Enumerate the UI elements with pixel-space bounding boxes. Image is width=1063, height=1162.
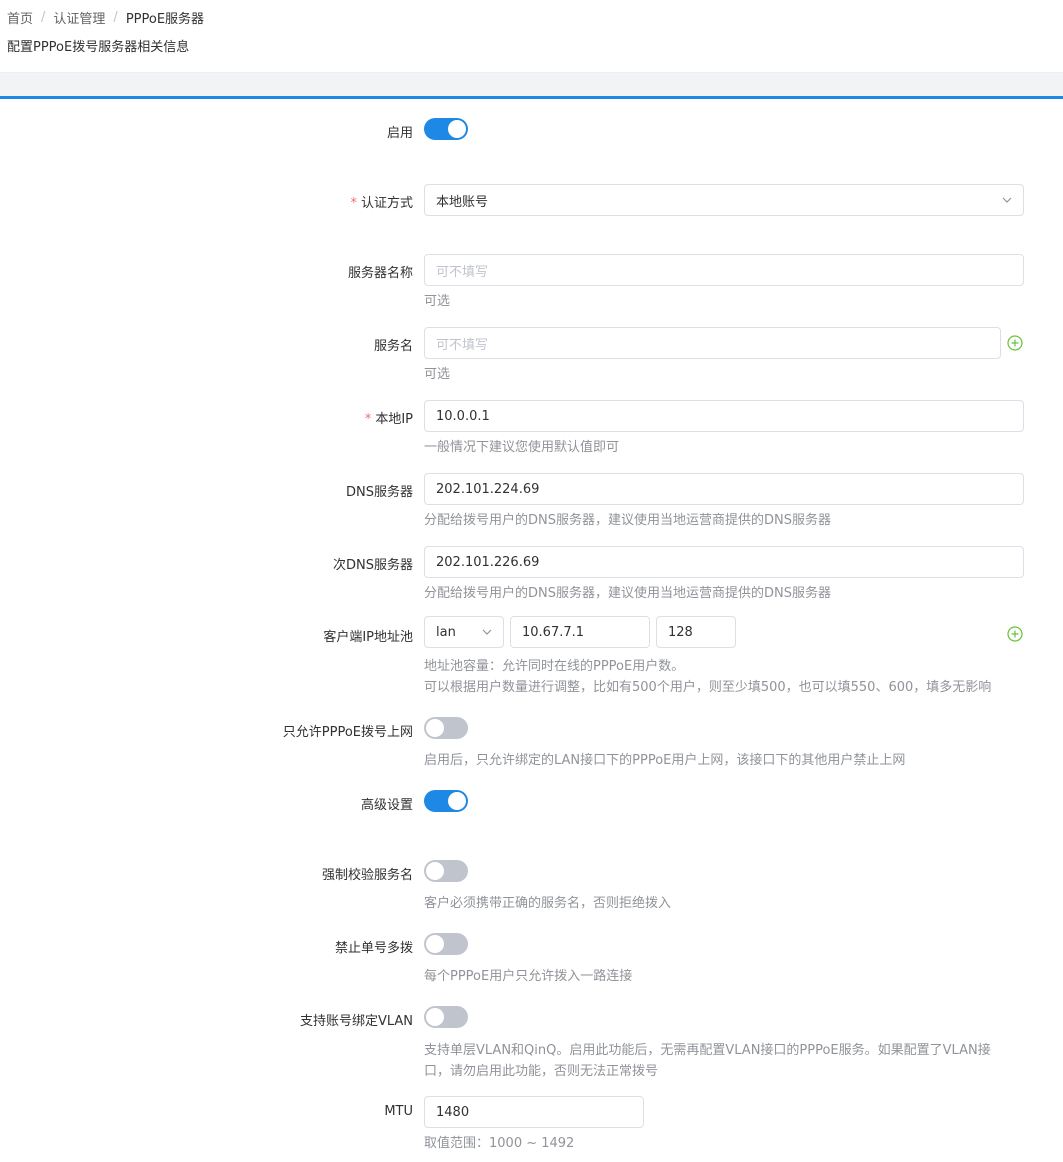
page-description: 配置PPPoE拨号服务器相关信息	[7, 40, 190, 55]
dns2-hint: 分配给拨号用户的DNS服务器，建议使用当地运营商提供的DNS服务器	[424, 586, 831, 601]
local-ip-input[interactable]: 10.0.0.1	[424, 400, 1024, 432]
force-service-switch[interactable]	[424, 860, 468, 882]
breadcrumb-auth[interactable]: 认证管理	[53, 8, 105, 27]
required-mark: *	[350, 196, 357, 211]
breadcrumb-home[interactable]: 首页	[7, 8, 33, 27]
dns-input[interactable]: 202.101.224.69	[424, 473, 1024, 505]
mtu-hint: 取值范围：1000 ~ 1492	[424, 1136, 575, 1151]
ip-pool-hint-2: 可以根据用户数量进行调整，比如有500个用户，则至少填500，也可以填550、6…	[424, 680, 992, 695]
local-ip-hint: 一般情况下建议您使用默认值即可	[424, 440, 620, 455]
accent-divider	[0, 96, 1063, 99]
switch-knob	[426, 935, 444, 953]
service-name-hint: 可选	[424, 367, 451, 382]
breadcrumb-separator: /	[41, 9, 46, 25]
force-service-label: 强制校验服务名	[321, 868, 413, 883]
mtu-input[interactable]: 1480	[424, 1096, 644, 1128]
section-band	[0, 72, 1063, 96]
no-multi-label: 禁止单号多拨	[334, 941, 413, 956]
server-name-input[interactable]: 可不填写	[424, 254, 1024, 286]
dns2-input[interactable]: 202.101.226.69	[424, 546, 1024, 578]
server-name-hint: 可选	[424, 294, 451, 309]
no-multi-switch[interactable]	[424, 933, 468, 955]
advanced-switch[interactable]	[424, 790, 468, 812]
advanced-label: 高级设置	[360, 798, 413, 813]
pool-count-input[interactable]: 128	[656, 616, 736, 648]
vlan-bind-hint-2: 口，请勿启用此功能，否则无法正常拨号	[424, 1064, 659, 1079]
auth-method-label: * 认证方式	[350, 196, 413, 211]
local-ip-label: * 本地IP	[364, 412, 413, 427]
switch-knob	[426, 862, 444, 880]
service-name-label: 服务名	[373, 339, 413, 354]
form-row-vlan-bind: 支持账号绑定VLAN 支持单层VLAN和QinQ。启用此功能后，无需再配置VLA…	[0, 1006, 1063, 1079]
form-row-force-service: 强制校验服务名 客户必须携带正确的服务名，否则拒绝拨入	[0, 860, 1063, 911]
server-name-label: 服务器名称	[347, 266, 413, 281]
mtu-label: MTU	[384, 1104, 413, 1119]
form-row-advanced: 高级设置	[0, 790, 1063, 813]
chevron-down-icon	[1002, 197, 1012, 203]
pool-interface-select[interactable]: lan	[424, 616, 504, 648]
chevron-down-icon	[482, 629, 492, 635]
switch-knob	[448, 120, 466, 138]
auth-method-value: 本地账号	[436, 194, 489, 210]
page-header: 首页 / 认证管理 / PPPoE服务器 配置PPPoE拨号服务器相关信息	[0, 0, 1063, 72]
add-circle-icon[interactable]	[1007, 335, 1023, 351]
enable-label: 启用	[386, 126, 413, 141]
no-multi-hint: 每个PPPoE用户只允许拨入一路连接	[424, 969, 633, 984]
dns-label: DNS服务器	[346, 485, 413, 500]
pool-interface-value: lan	[436, 624, 456, 640]
switch-knob	[426, 719, 444, 737]
enable-switch[interactable]	[424, 118, 468, 140]
pppoe-only-switch[interactable]	[424, 717, 468, 739]
vlan-bind-hint-1: 支持单层VLAN和QinQ。启用此功能后，无需再配置VLAN接口的PPPoE服务…	[424, 1043, 991, 1058]
form-row-no-multi: 禁止单号多拨 每个PPPoE用户只允许拨入一路连接	[0, 933, 1063, 984]
dns2-label: 次DNS服务器	[333, 558, 413, 573]
pppoe-only-hint: 启用后，只允许绑定的LAN接口下的PPPoE用户上网，该接口下的其他用户禁止上网	[424, 753, 906, 768]
switch-knob	[448, 792, 466, 810]
switch-knob	[426, 1008, 444, 1026]
breadcrumb-current: PPPoE服务器	[125, 11, 205, 27]
auth-method-select[interactable]: 本地账号	[424, 184, 1024, 216]
form-row-enable: 启用	[0, 118, 1063, 141]
required-mark: *	[364, 412, 372, 427]
form-row-pppoe-only: 只允许PPPoE拨号上网 启用后，只允许绑定的LAN接口下的PPPoE用户上网，…	[0, 717, 1063, 768]
pppoe-only-label: 只允许PPPoE拨号上网	[282, 725, 413, 740]
vlan-bind-switch[interactable]	[424, 1006, 468, 1028]
ip-pool-label: 客户端IP地址池	[323, 630, 413, 645]
vlan-bind-label: 支持账号绑定VLAN	[299, 1014, 413, 1029]
ip-pool-hint-1: 地址池容量：允许同时在线的PPPoE用户数。	[424, 659, 685, 674]
add-circle-icon[interactable]	[1007, 626, 1023, 642]
pool-start-ip-input[interactable]: 10.67.7.1	[510, 616, 650, 648]
dns-hint: 分配给拨号用户的DNS服务器，建议使用当地运营商提供的DNS服务器	[424, 513, 831, 528]
service-name-input[interactable]: 可不填写	[424, 327, 1001, 359]
force-service-hint: 客户必须携带正确的服务名，否则拒绝拨入	[424, 896, 672, 911]
breadcrumb-separator: /	[113, 9, 118, 25]
breadcrumb: 首页 / 认证管理 / PPPoE服务器	[7, 8, 1056, 27]
